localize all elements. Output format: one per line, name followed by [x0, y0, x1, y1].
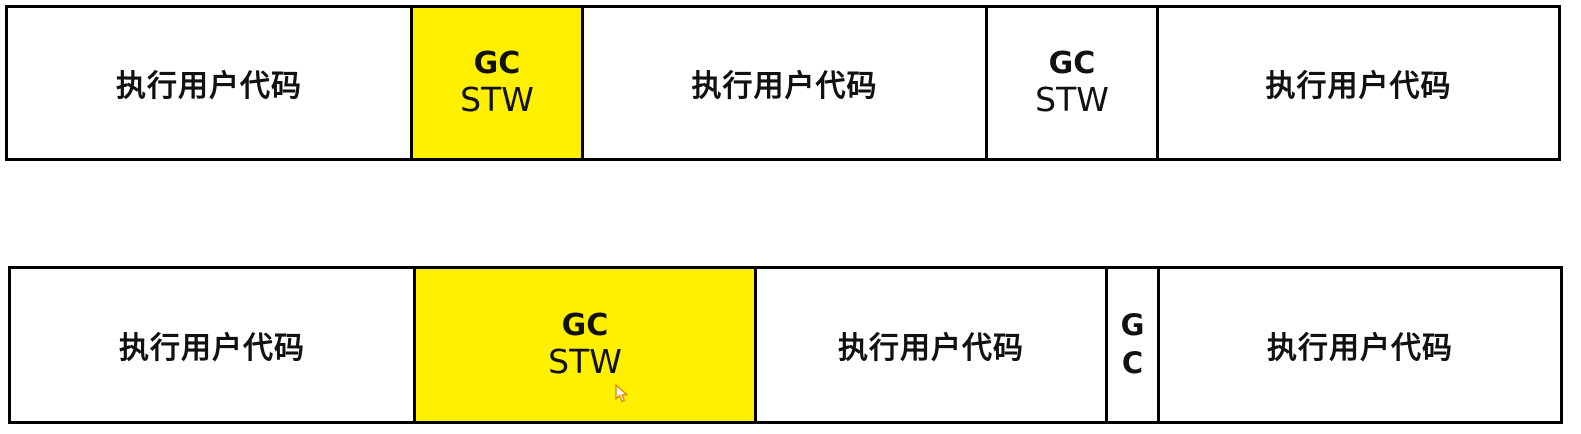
gc-label: GC: [1048, 45, 1096, 81]
gc-stw-segment: GC STW: [988, 8, 1159, 158]
timeline-bar-top: 执行用户代码 GC STW 执行用户代码 GC STW 执行用户代码: [5, 5, 1561, 161]
stw-label: STW: [1035, 80, 1109, 120]
stw-label: STW: [548, 342, 622, 382]
gc-label: GC: [473, 45, 521, 81]
user-code-segment: 执行用户代码: [1160, 269, 1560, 421]
user-code-label: 执行用户代码: [1267, 331, 1453, 366]
user-code-segment: 执行用户代码: [8, 8, 413, 158]
gc-stw-segment-highlighted: GC STW: [413, 8, 584, 158]
user-code-label: 执行用户代码: [119, 331, 305, 366]
user-code-segment: 执行用户代码: [1159, 8, 1558, 158]
gc-narrow-segment: GC: [1108, 269, 1160, 421]
mouse-pointer-icon: [615, 384, 628, 403]
stw-label: STW: [460, 80, 534, 120]
user-code-label: 执行用户代码: [116, 69, 302, 104]
user-code-label: 执行用户代码: [1265, 69, 1452, 104]
user-code-segment: 执行用户代码: [757, 269, 1108, 421]
gc-stw-segment-highlighted: GC STW: [416, 269, 757, 421]
user-code-label: 执行用户代码: [691, 69, 878, 104]
user-code-segment: 执行用户代码: [584, 8, 988, 158]
gc-label: GC: [561, 307, 609, 343]
timeline-bar-bottom: 执行用户代码 GC STW 执行用户代码 GC 执行用户代码: [8, 266, 1563, 424]
user-code-label: 执行用户代码: [838, 331, 1024, 366]
gc-label: GC: [1120, 308, 1145, 380]
user-code-segment: 执行用户代码: [11, 269, 416, 421]
